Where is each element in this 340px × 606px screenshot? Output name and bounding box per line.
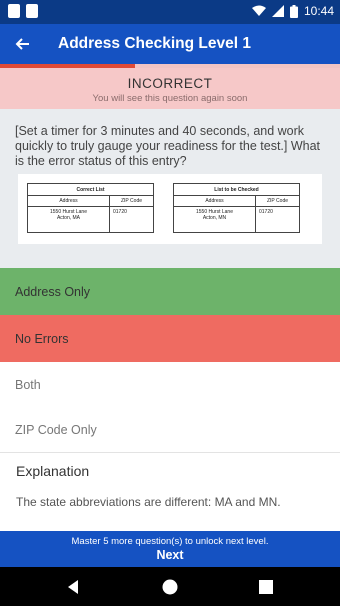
right-address-line2: Acton, MN: [202, 215, 227, 221]
address-comparison-table: Correct List List to be Checked Address …: [27, 183, 300, 233]
address-table-image: Correct List List to be Checked Address …: [18, 174, 322, 244]
next-button[interactable]: Next: [0, 548, 340, 562]
notification-square-icon: [8, 4, 20, 18]
left-address-line2: Acton, MA: [56, 215, 81, 221]
signal-icon: [271, 5, 284, 17]
system-nav-bar: [0, 567, 340, 606]
col-zip: ZIP Code: [109, 195, 154, 207]
col-zip: ZIP Code: [255, 195, 300, 207]
next-footer[interactable]: Master 5 more question(s) to unlock next…: [0, 531, 340, 567]
clock: 10:44: [303, 4, 334, 18]
question-area: [Set a timer for 3 minutes and 40 second…: [0, 109, 340, 268]
notification-square-icon: [26, 4, 38, 18]
result-subtext: You will see this question again soon: [92, 93, 248, 104]
option-no-errors[interactable]: No Errors: [0, 315, 340, 362]
right-address: 1550 Hurst Lane Acton, MN: [173, 206, 256, 233]
left-address: 1550 Hurst Lane Acton, MA: [27, 206, 110, 233]
correct-list-title: Correct List: [27, 183, 154, 196]
check-list-title: List to be Checked: [173, 183, 300, 196]
back-button[interactable]: [10, 32, 34, 56]
page-title: Address Checking Level 1: [58, 35, 251, 52]
nav-home-icon[interactable]: [161, 578, 179, 596]
app-bar: Address Checking Level 1: [0, 24, 340, 64]
explanation-panel: Explanation The state abbreviations are …: [0, 453, 340, 531]
option-zip-code-only[interactable]: ZIP Code Only: [0, 408, 340, 453]
explanation-text: The state abbreviations are different: M…: [16, 495, 281, 509]
battery-icon: [289, 4, 298, 18]
col-address: Address: [173, 195, 256, 207]
col-address: Address: [27, 195, 110, 207]
result-banner: INCORRECT You will see this question aga…: [0, 68, 340, 109]
option-both[interactable]: Both: [0, 362, 340, 409]
left-zip: 01720: [109, 206, 154, 233]
result-heading: INCORRECT: [127, 76, 213, 91]
nav-recents-icon[interactable]: [257, 578, 275, 596]
right-zip: 01720: [255, 206, 300, 233]
unlock-message: Master 5 more question(s) to unlock next…: [71, 536, 269, 547]
back-arrow-icon: [15, 38, 29, 50]
wifi-icon: [251, 5, 266, 16]
explanation-heading: Explanation: [16, 463, 90, 479]
option-address-only[interactable]: Address Only: [0, 268, 340, 315]
question-text: [Set a timer for 3 minutes and 40 second…: [15, 124, 321, 168]
status-bar: 10:44: [0, 0, 340, 24]
nav-back-icon[interactable]: [64, 578, 82, 596]
